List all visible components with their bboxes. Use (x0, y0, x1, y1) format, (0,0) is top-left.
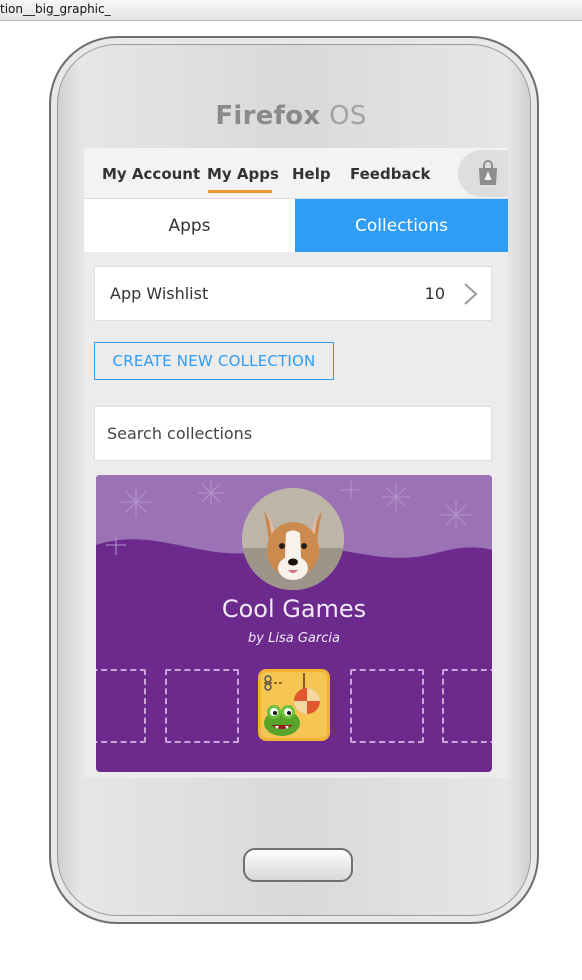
create-collection-button[interactable]: CREATE NEW COLLECTION (94, 342, 334, 380)
tab-apps[interactable]: Apps (84, 199, 295, 252)
search-box (94, 406, 492, 461)
top-nav: My Account My Apps Help Feedback (84, 148, 508, 199)
cut-the-rope-icon[interactable] (258, 669, 330, 741)
nav-feedback[interactable]: Feedback (350, 165, 430, 183)
avatar-illustration (242, 488, 344, 590)
collection-author: by Lisa Garcia (248, 631, 340, 646)
corgi-avatar-image (242, 488, 344, 590)
brand-secondary: OS (329, 101, 367, 131)
wishlist-count: 10 (424, 284, 445, 303)
home-button[interactable] (243, 848, 353, 882)
empty-app-slot (165, 669, 239, 743)
cut-the-rope-artwork (258, 669, 330, 741)
browser-tab-bar: tion__big_graphic_ (0, 0, 582, 21)
empty-app-slot (442, 669, 492, 743)
nav-my-account[interactable]: My Account (102, 165, 200, 183)
collection-card[interactable]: Cool Games by Lisa Garcia (96, 475, 492, 772)
empty-app-slot (96, 669, 146, 743)
empty-app-slot (350, 669, 424, 743)
browser-tab-title[interactable]: tion__big_graphic_ (0, 2, 111, 16)
wishlist-row[interactable]: App Wishlist 10 (94, 266, 492, 321)
nav-active-indicator (208, 190, 272, 193)
device-brand-logo: Firefox OS (0, 101, 582, 131)
nav-my-apps[interactable]: My Apps (207, 165, 279, 183)
brand-primary: Firefox (215, 101, 321, 131)
search-collections-input[interactable] (95, 407, 491, 460)
nav-help[interactable]: Help (292, 165, 331, 183)
chevron-right-icon (464, 283, 478, 305)
marketplace-bag-icon (479, 160, 497, 185)
collection-title: Cool Games (221, 595, 367, 623)
marketplace-button[interactable] (458, 150, 508, 197)
device-screen: My Account My Apps Help Feedback Apps Co… (84, 148, 508, 778)
wishlist-label: App Wishlist (110, 284, 209, 303)
tab-collections[interactable]: Collections (295, 199, 508, 252)
